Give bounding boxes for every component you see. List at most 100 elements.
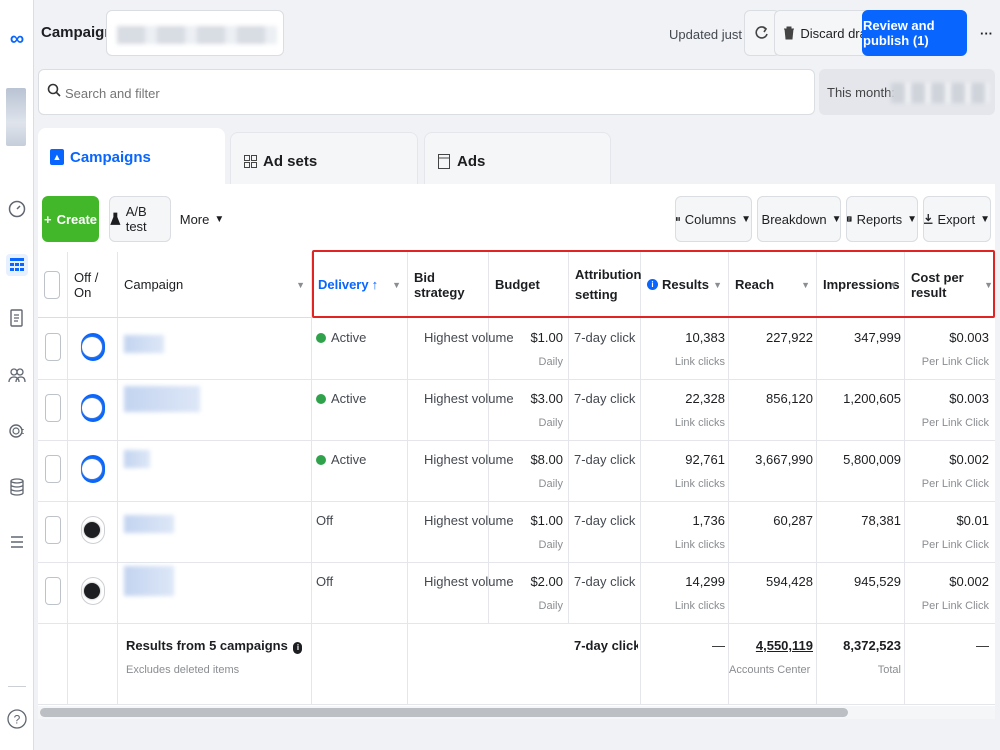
account-selector[interactable]: [106, 10, 284, 56]
cost-per-result-value: $0.003: [949, 330, 989, 345]
impressions-value: 5,800,009: [843, 452, 901, 467]
ab-test-label: A/B test: [125, 204, 147, 234]
columns-dropdown[interactable]: Columns ▼: [675, 196, 752, 242]
export-dropdown[interactable]: Export ▼: [923, 196, 991, 242]
left-sidebar: ∞ ?: [0, 0, 34, 750]
ads-manager-grid-icon[interactable]: [6, 254, 28, 276]
summary-reach[interactable]: 4,550,119: [729, 638, 813, 653]
row-checkbox[interactable]: [45, 455, 61, 483]
database-stack-icon[interactable]: [6, 476, 28, 498]
menu-lines-icon[interactable]: [6, 531, 28, 553]
header-attribution-setting[interactable]: Attribution setting: [569, 252, 641, 318]
budget-value: $1.00: [530, 513, 563, 528]
header-attribution-line1: Attribution: [575, 266, 642, 282]
horizontal-scrollbar[interactable]: [40, 708, 848, 717]
delivery-status: Active: [316, 391, 366, 406]
row-checkbox[interactable]: [45, 394, 61, 422]
row-checkbox[interactable]: [45, 333, 61, 361]
row-checkbox[interactable]: [45, 577, 61, 605]
toggle-knob: [82, 337, 102, 357]
account-avatar[interactable]: [6, 88, 26, 146]
ab-test-button[interactable]: A/B test: [109, 196, 171, 242]
breakdown-dropdown[interactable]: Breakdown ▼: [757, 196, 841, 242]
row-checkbox[interactable]: [45, 516, 61, 544]
header-cost-per-result-label: Cost per result: [911, 269, 964, 300]
more-dropdown[interactable]: More ▼: [179, 196, 225, 242]
sort-caret-icon: ▼: [296, 280, 305, 290]
header-reach[interactable]: Reach ▼: [729, 252, 817, 318]
budget-value: $2.00: [530, 574, 563, 589]
cost-per-result-value: $0.003: [949, 391, 989, 406]
meta-logo-icon[interactable]: ∞: [6, 28, 28, 50]
toggle-knob: [82, 398, 102, 418]
reports-dropdown[interactable]: Reports ▼: [846, 196, 918, 242]
tab-campaigns[interactable]: ▲ Campaigns: [38, 128, 225, 186]
active-status-icon: [316, 454, 326, 465]
redacted-campaign-name[interactable]: [124, 450, 150, 468]
budget-period: Daily: [538, 600, 563, 612]
date-range-picker[interactable]: This month:: [819, 69, 995, 115]
attribution-value: 7-day click or 1...: [574, 513, 638, 528]
header-bid-strategy[interactable]: Bid strategy: [408, 252, 489, 318]
header-budget[interactable]: Budget: [489, 252, 569, 318]
budget-period: Daily: [538, 417, 563, 429]
results-type: Link clicks: [674, 600, 725, 612]
reports-label: Reports: [856, 211, 903, 227]
review-publish-button[interactable]: Review and publish (1): [862, 10, 967, 56]
select-all-checkbox[interactable]: [44, 271, 60, 299]
active-status-icon: [316, 393, 326, 404]
chevron-down-icon: ▼: [214, 213, 225, 225]
header-campaign[interactable]: Campaign ▼: [118, 252, 312, 318]
header-impressions[interactable]: Impressions ▼: [817, 252, 905, 318]
redacted-campaign-name[interactable]: [124, 515, 174, 533]
document-icon[interactable]: [6, 307, 28, 329]
columns-icon: [676, 217, 680, 221]
row-divider: [38, 379, 995, 380]
dashboard-gauge-icon[interactable]: [6, 198, 28, 220]
search-input[interactable]: [65, 82, 565, 104]
create-button[interactable]: + Create: [42, 196, 99, 242]
plus-icon: +: [43, 211, 52, 227]
header-off-on[interactable]: Off / On: [68, 252, 118, 318]
impressions-value: 1,200,605: [843, 391, 901, 406]
redacted-campaign-name[interactable]: [124, 566, 174, 596]
delivery-status: Active: [316, 452, 366, 467]
results-value: 92,761: [685, 452, 725, 467]
billing-coins-icon[interactable]: [6, 420, 28, 442]
cost-per-result-type: Per Link Click: [921, 478, 989, 490]
results-type: Link clicks: [674, 478, 725, 490]
campaigns-folder-icon: ▲: [50, 149, 64, 165]
more-options-button[interactable]: ···: [973, 10, 1000, 56]
top-bar: Campaigns Updated just now Discard draft…: [34, 0, 1000, 68]
results-type: Link clicks: [674, 539, 725, 551]
info-icon: i: [647, 279, 658, 290]
redacted-campaign-name[interactable]: [124, 386, 200, 412]
reach-value: 227,922: [766, 330, 813, 345]
redacted-campaign-name[interactable]: [124, 335, 164, 353]
sort-caret-icon: ▼: [392, 280, 401, 290]
tab-ad-sets[interactable]: Ad sets: [230, 132, 418, 190]
header-results[interactable]: i Results ▼: [641, 252, 729, 318]
header-delivery-label: Delivery: [318, 277, 369, 292]
row-divider: [38, 501, 995, 502]
tab-ads[interactable]: Ads: [424, 132, 611, 190]
reach-value: 3,667,990: [755, 452, 813, 467]
audience-people-icon[interactable]: [6, 364, 28, 386]
more-label: More: [179, 211, 210, 227]
campaign-toggle[interactable]: [81, 577, 105, 605]
summary-cost-per-result: —: [976, 638, 989, 653]
budget-value: $3.00: [530, 391, 563, 406]
help-question-icon[interactable]: ?: [6, 708, 28, 730]
header-cost-per-result[interactable]: Cost per result ▼: [905, 252, 995, 318]
results-type: Link clicks: [674, 417, 725, 429]
search-bar: [38, 69, 815, 115]
header-delivery[interactable]: Delivery ↑ ▼: [312, 252, 408, 318]
column-divider: [68, 318, 118, 704]
campaign-toggle[interactable]: [81, 455, 105, 483]
campaign-toggle[interactable]: [81, 333, 105, 361]
sidebar-divider: [8, 686, 26, 687]
row-divider: [38, 704, 995, 705]
campaign-toggle[interactable]: [81, 394, 105, 422]
export-label: Export: [937, 211, 976, 227]
campaign-toggle[interactable]: [81, 516, 105, 544]
